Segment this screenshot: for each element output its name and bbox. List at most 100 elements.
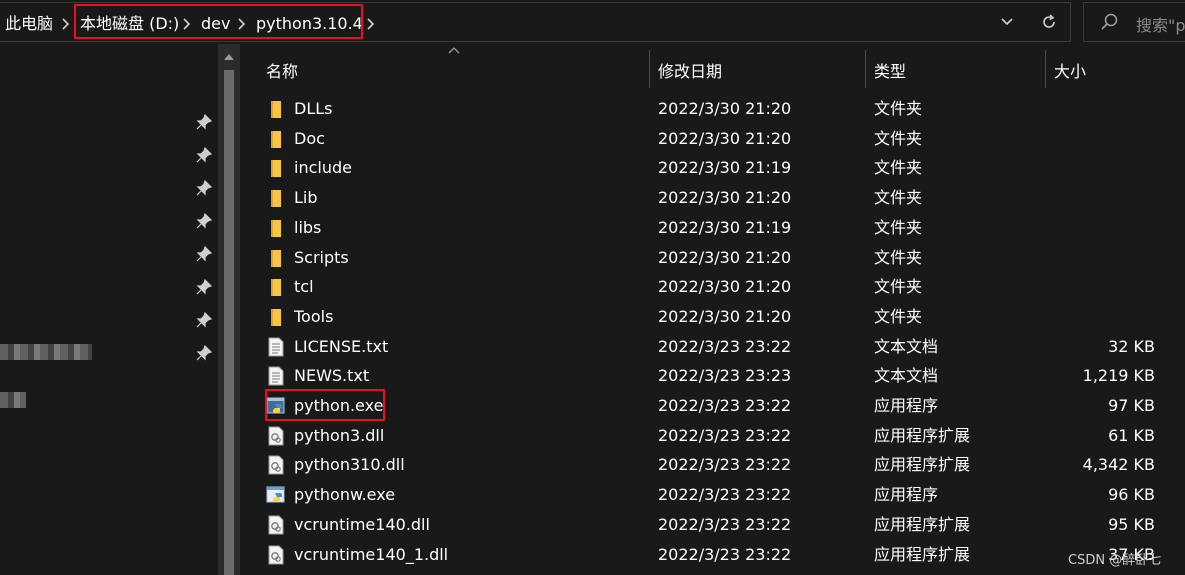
file-row[interactable]: python3.dll 2022/3/23 23:22 应用程序扩展 61 KB (264, 421, 1164, 451)
search-input[interactable]: 搜索"p (1083, 2, 1185, 42)
file-modified-date: 2022/3/23 23:23 (658, 366, 792, 386)
file-size: 61 KB (1108, 425, 1155, 445)
file-name: include (294, 158, 352, 178)
file-name: vcruntime140_1.dll (294, 544, 449, 564)
pin-icon[interactable] (196, 345, 212, 361)
column-divider[interactable] (1045, 50, 1046, 88)
refresh-icon (1043, 14, 1055, 28)
file-row[interactable]: LICENSE.txt 2022/3/23 23:22 文本文档 32 KB (264, 332, 1164, 362)
file-modified-date: 2022/3/23 23:22 (658, 544, 792, 564)
file-row[interactable]: libs 2022/3/30 21:19 文件夹 (264, 213, 1164, 243)
file-modified-date: 2022/3/30 21:20 (658, 277, 792, 297)
file-row[interactable]: Lib 2022/3/30 21:20 文件夹 (264, 183, 1164, 213)
python-exe-highlight-box (265, 389, 385, 421)
refresh-button[interactable] (1034, 7, 1064, 37)
file-type: 应用程序 (874, 485, 939, 505)
file-name: python3.dll (294, 425, 385, 445)
pin-icon[interactable] (196, 246, 212, 262)
file-type: 文件夹 (874, 128, 923, 148)
pin-icon[interactable] (196, 147, 212, 163)
chevron-right-icon[interactable] (365, 14, 377, 34)
file-row[interactable]: vcruntime140.dll 2022/3/23 23:22 应用程序扩展 95 … (264, 510, 1164, 540)
folder-icon (266, 129, 286, 149)
nav-scrollbar[interactable] (218, 44, 240, 575)
column-divider[interactable] (649, 50, 650, 88)
dll-icon (266, 426, 286, 446)
column-header-date[interactable]: 修改日期 (658, 58, 722, 82)
file-row[interactable]: python310.dll 2022/3/23 23:22 应用程序扩展 4,342 … (264, 450, 1164, 480)
file-type: 应用程序扩展 (874, 514, 971, 534)
file-row[interactable]: NEWS.txt 2022/3/23 23:23 文本文档 1,219 KB (264, 361, 1164, 391)
file-modified-date: 2022/3/30 21:20 (658, 128, 792, 148)
file-row[interactable]: pythonw.exe 2022/3/23 23:22 应用程序 96 KB (264, 480, 1164, 510)
breadcrumb-this-pc[interactable]: 此电脑 (5, 13, 53, 35)
file-modified-date: 2022/3/23 23:22 (658, 485, 792, 505)
folder-icon (266, 99, 286, 119)
pin-icon[interactable] (196, 180, 212, 196)
file-row[interactable]: python.exe 2022/3/23 23:22 应用程序 97 KB (264, 391, 1164, 421)
dll-icon (266, 545, 286, 565)
address-bar: 此电脑 本地磁盘 (D:) dev python3.10.4 搜索"p (0, 0, 1185, 44)
file-row[interactable]: Tools 2022/3/30 21:20 文件夹 (264, 302, 1164, 332)
file-name: python310.dll (294, 455, 405, 475)
file-row[interactable]: include 2022/3/30 21:19 文件夹 (264, 153, 1164, 183)
file-name: LICENSE.txt (294, 336, 389, 356)
chevron-right-icon[interactable] (60, 14, 72, 34)
file-row[interactable]: DLLs 2022/3/30 21:20 文件夹 (264, 94, 1164, 124)
file-name: Lib (294, 188, 318, 208)
file-row[interactable]: Scripts 2022/3/30 21:20 文件夹 (264, 243, 1164, 273)
file-modified-date: 2022/3/30 21:20 (658, 99, 792, 118)
text-file-icon (266, 366, 286, 386)
file-size: 4,342 KB (1082, 455, 1155, 475)
file-type: 文件夹 (874, 277, 923, 297)
file-name: vcruntime140.dll (294, 514, 430, 534)
nav-scrollbar-thumb[interactable] (224, 70, 234, 575)
file-name: libs (294, 217, 322, 237)
file-type: 应用程序扩展 (874, 455, 971, 475)
file-size: 97 KB (1108, 396, 1155, 415)
file-type: 应用程序 (874, 396, 939, 415)
pin-icon[interactable] (196, 279, 212, 295)
column-header-name[interactable]: 名称 (266, 58, 298, 82)
column-header-size[interactable]: 大小 (1054, 58, 1086, 82)
column-header-type[interactable]: 类型 (874, 58, 906, 82)
file-type: 文本文档 (874, 336, 939, 356)
chevron-down-icon (1001, 18, 1013, 26)
file-type: 文件夹 (874, 306, 923, 326)
file-type: 文件夹 (874, 158, 923, 178)
file-type: 文件夹 (874, 99, 923, 118)
file-size: 1,219 KB (1082, 366, 1155, 386)
file-list: 名称 修改日期 类型 大小 DLLs 2022/3/30 21:20 文件夹 Doc 2… (240, 44, 1185, 575)
file-row[interactable]: Doc 2022/3/30 21:20 文件夹 (264, 124, 1164, 154)
folder-icon (266, 218, 286, 238)
address-history-dropdown-button[interactable] (993, 8, 1021, 36)
dll-icon (266, 455, 286, 475)
pin-icon[interactable] (196, 312, 212, 328)
file-modified-date: 2022/3/30 21:19 (658, 158, 792, 178)
file-type: 应用程序扩展 (874, 425, 971, 445)
column-header-row: 名称 修改日期 类型 大小 (240, 44, 1185, 94)
path-highlight-box (74, 4, 363, 39)
file-type: 文件夹 (874, 247, 923, 267)
pin-icon[interactable] (196, 114, 212, 130)
search-placeholder: 搜索"p (1136, 16, 1185, 35)
folder-icon (266, 158, 286, 178)
file-modified-date: 2022/3/30 21:19 (658, 217, 792, 237)
folder-icon (266, 277, 286, 297)
file-name: tcl (294, 277, 314, 297)
sort-ascending-icon (448, 47, 460, 54)
file-modified-date: 2022/3/30 21:20 (658, 306, 792, 326)
column-divider[interactable] (865, 50, 866, 88)
file-name: pythonw.exe (294, 485, 396, 505)
file-size: 96 KB (1108, 485, 1155, 505)
file-type: 文本文档 (874, 366, 939, 386)
file-modified-date: 2022/3/23 23:22 (658, 455, 792, 475)
pythonw-exe-icon (266, 485, 286, 505)
scroll-up-icon[interactable] (223, 52, 235, 62)
file-row[interactable]: vcruntime140_1.dll 2022/3/23 23:22 应用程序扩展 3… (264, 540, 1164, 570)
pin-icon[interactable] (196, 213, 212, 229)
file-name: DLLs (294, 99, 333, 118)
file-name: Tools (294, 306, 334, 326)
blurred-nav-item (0, 392, 26, 408)
file-row[interactable]: tcl 2022/3/30 21:20 文件夹 (264, 272, 1164, 302)
